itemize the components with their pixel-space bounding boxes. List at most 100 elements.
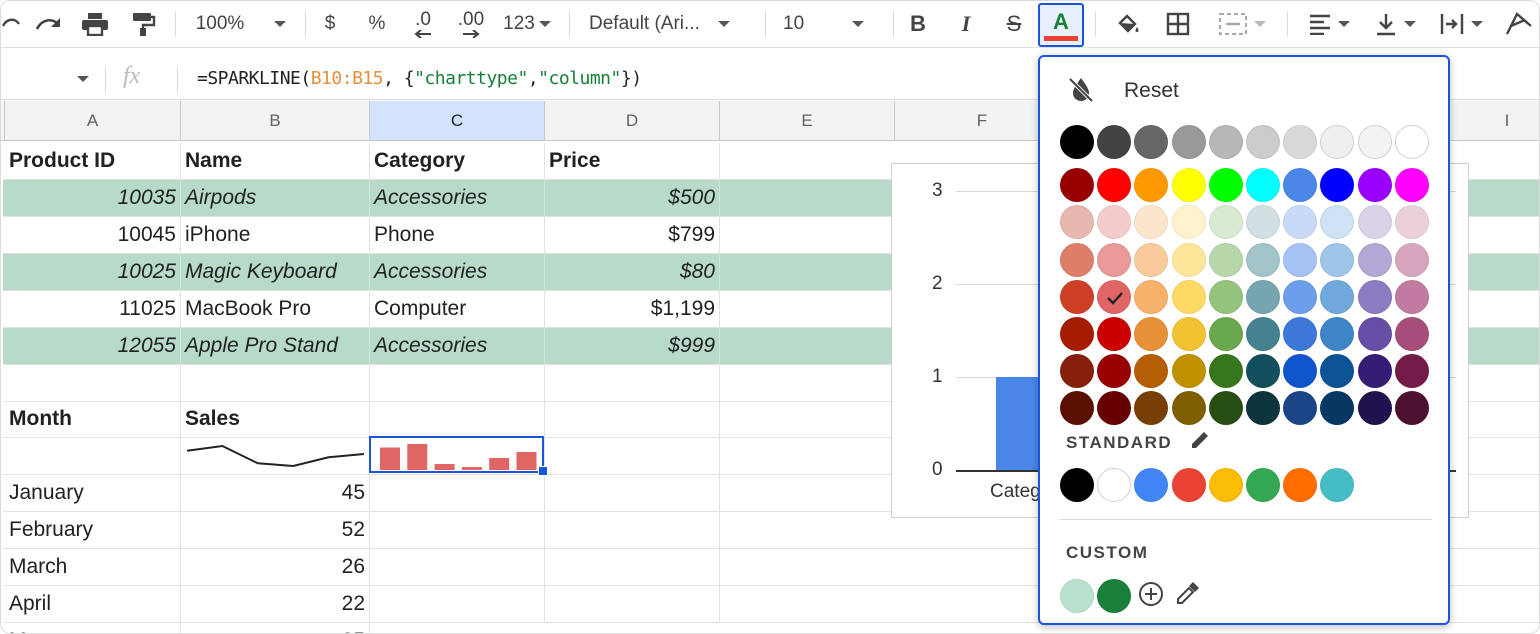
color-swatch[interactable] [1171, 168, 1206, 203]
color-swatch[interactable] [1320, 354, 1355, 389]
empty-cell[interactable] [5, 438, 181, 474]
color-swatch[interactable] [1208, 242, 1243, 277]
color-swatch[interactable] [1134, 168, 1169, 203]
cell-product-id[interactable]: 10035 [5, 180, 181, 216]
color-swatch[interactable] [1283, 391, 1318, 426]
redo-icon[interactable] [31, 7, 67, 41]
color-swatch[interactable] [1097, 279, 1132, 314]
cell-price[interactable]: $80 [545, 254, 720, 290]
color-swatch[interactable] [1060, 317, 1094, 351]
color-swatch[interactable] [1283, 279, 1318, 314]
empty-cell[interactable] [545, 549, 720, 585]
color-swatch[interactable] [1357, 279, 1392, 314]
color-swatch[interactable] [1394, 125, 1429, 159]
color-swatch[interactable] [1357, 205, 1392, 240]
color-swatch[interactable] [1283, 354, 1318, 389]
color-swatch[interactable] [1134, 354, 1169, 389]
cell-name[interactable]: MacBook Pro [181, 291, 370, 327]
reset-button[interactable]: Reset [1064, 71, 1364, 111]
standard-color-swatch[interactable] [1208, 468, 1243, 502]
empty-cell[interactable] [545, 438, 720, 474]
color-swatch[interactable] [1357, 391, 1392, 426]
header-month[interactable]: Month [5, 401, 181, 437]
color-swatch[interactable] [1060, 391, 1094, 426]
color-swatch[interactable] [1097, 168, 1132, 203]
strikethrough-button[interactable]: S [999, 7, 1029, 41]
cell-category[interactable]: Computer [370, 291, 545, 327]
color-swatch[interactable] [1320, 125, 1355, 159]
cell-category[interactable]: Accessories [370, 254, 545, 290]
bold-button[interactable]: B [903, 7, 933, 41]
cell-product-id[interactable]: 11025 [5, 291, 181, 327]
color-swatch[interactable] [1134, 205, 1169, 240]
color-swatch[interactable] [1394, 354, 1429, 389]
cell-sales[interactable]: 26 [181, 549, 370, 585]
color-swatch[interactable] [1060, 125, 1094, 159]
currency-format-button[interactable]: $ [315, 7, 345, 41]
standard-color-swatch[interactable] [1097, 468, 1132, 502]
empty-cell[interactable] [545, 401, 720, 437]
standard-color-swatch[interactable] [1060, 468, 1094, 502]
cell-sales[interactable]: 52 [181, 512, 370, 548]
empty-cell[interactable] [545, 512, 720, 548]
text-rotation-icon[interactable] [1499, 7, 1539, 41]
color-swatch[interactable] [1283, 168, 1318, 203]
color-swatch[interactable] [1097, 205, 1132, 240]
color-swatch[interactable] [1394, 168, 1429, 203]
color-swatch[interactable] [1357, 354, 1392, 389]
empty-cell[interactable] [370, 549, 545, 585]
merge-cells-icon[interactable] [1207, 7, 1277, 41]
borders-icon[interactable] [1161, 7, 1195, 41]
decrease-decimal-button[interactable]: .0 [405, 7, 441, 41]
cell-product-id[interactable]: 10025 [5, 254, 181, 290]
color-swatch[interactable] [1320, 279, 1355, 314]
color-swatch[interactable] [1097, 391, 1132, 426]
standard-color-swatch[interactable] [1134, 468, 1169, 502]
color-swatch[interactable] [1246, 168, 1280, 203]
color-swatch[interactable] [1283, 317, 1318, 351]
color-swatch[interactable] [1246, 279, 1280, 314]
standard-color-swatch[interactable] [1171, 468, 1206, 502]
color-swatch[interactable] [1394, 391, 1429, 426]
cell-month[interactable]: February [5, 512, 181, 548]
sparkline-line-cell[interactable] [181, 438, 370, 474]
cell-sales[interactable]: 45 [181, 475, 370, 511]
text-color-button[interactable]: A [1038, 3, 1084, 47]
color-swatch[interactable] [1208, 205, 1243, 240]
print-icon[interactable] [77, 7, 113, 41]
color-swatch[interactable] [1320, 205, 1355, 240]
color-swatch[interactable] [1171, 317, 1206, 351]
add-custom-color-icon[interactable] [1138, 581, 1164, 607]
color-swatch[interactable] [1171, 279, 1206, 314]
cell-name[interactable]: Apple Pro Stand [181, 328, 370, 364]
color-swatch[interactable] [1134, 317, 1169, 351]
color-swatch[interactable] [1208, 125, 1243, 159]
cell-name[interactable]: Airpods [181, 180, 370, 216]
cell-category[interactable]: Accessories [370, 180, 545, 216]
color-swatch[interactable] [1208, 279, 1243, 314]
increase-decimal-button[interactable]: .00 [451, 7, 491, 41]
color-swatch[interactable] [1246, 205, 1280, 240]
header-category[interactable]: Category [370, 143, 545, 179]
color-swatch[interactable] [1246, 317, 1280, 351]
more-formats-select[interactable]: 123 [497, 7, 557, 41]
color-swatch[interactable] [1357, 168, 1392, 203]
custom-color-swatch[interactable] [1060, 579, 1094, 613]
header-price[interactable]: Price [545, 143, 720, 179]
color-swatch[interactable] [1060, 168, 1094, 203]
column-header-a[interactable]: A [5, 101, 181, 141]
color-swatch[interactable] [1394, 242, 1429, 277]
header-name[interactable]: Name [181, 143, 370, 179]
color-swatch[interactable] [1246, 354, 1280, 389]
header-sales[interactable]: Sales [181, 401, 370, 437]
cell-month[interactable]: January [5, 475, 181, 511]
color-swatch[interactable] [1171, 205, 1206, 240]
italic-button[interactable]: I [951, 7, 981, 41]
cell-name[interactable]: iPhone [181, 217, 370, 253]
empty-cell[interactable] [545, 475, 720, 511]
color-swatch[interactable] [1357, 242, 1392, 277]
color-swatch[interactable] [1208, 391, 1243, 426]
color-swatch[interactable] [1394, 205, 1429, 240]
name-box[interactable] [1, 59, 105, 99]
color-swatch[interactable] [1060, 205, 1094, 240]
